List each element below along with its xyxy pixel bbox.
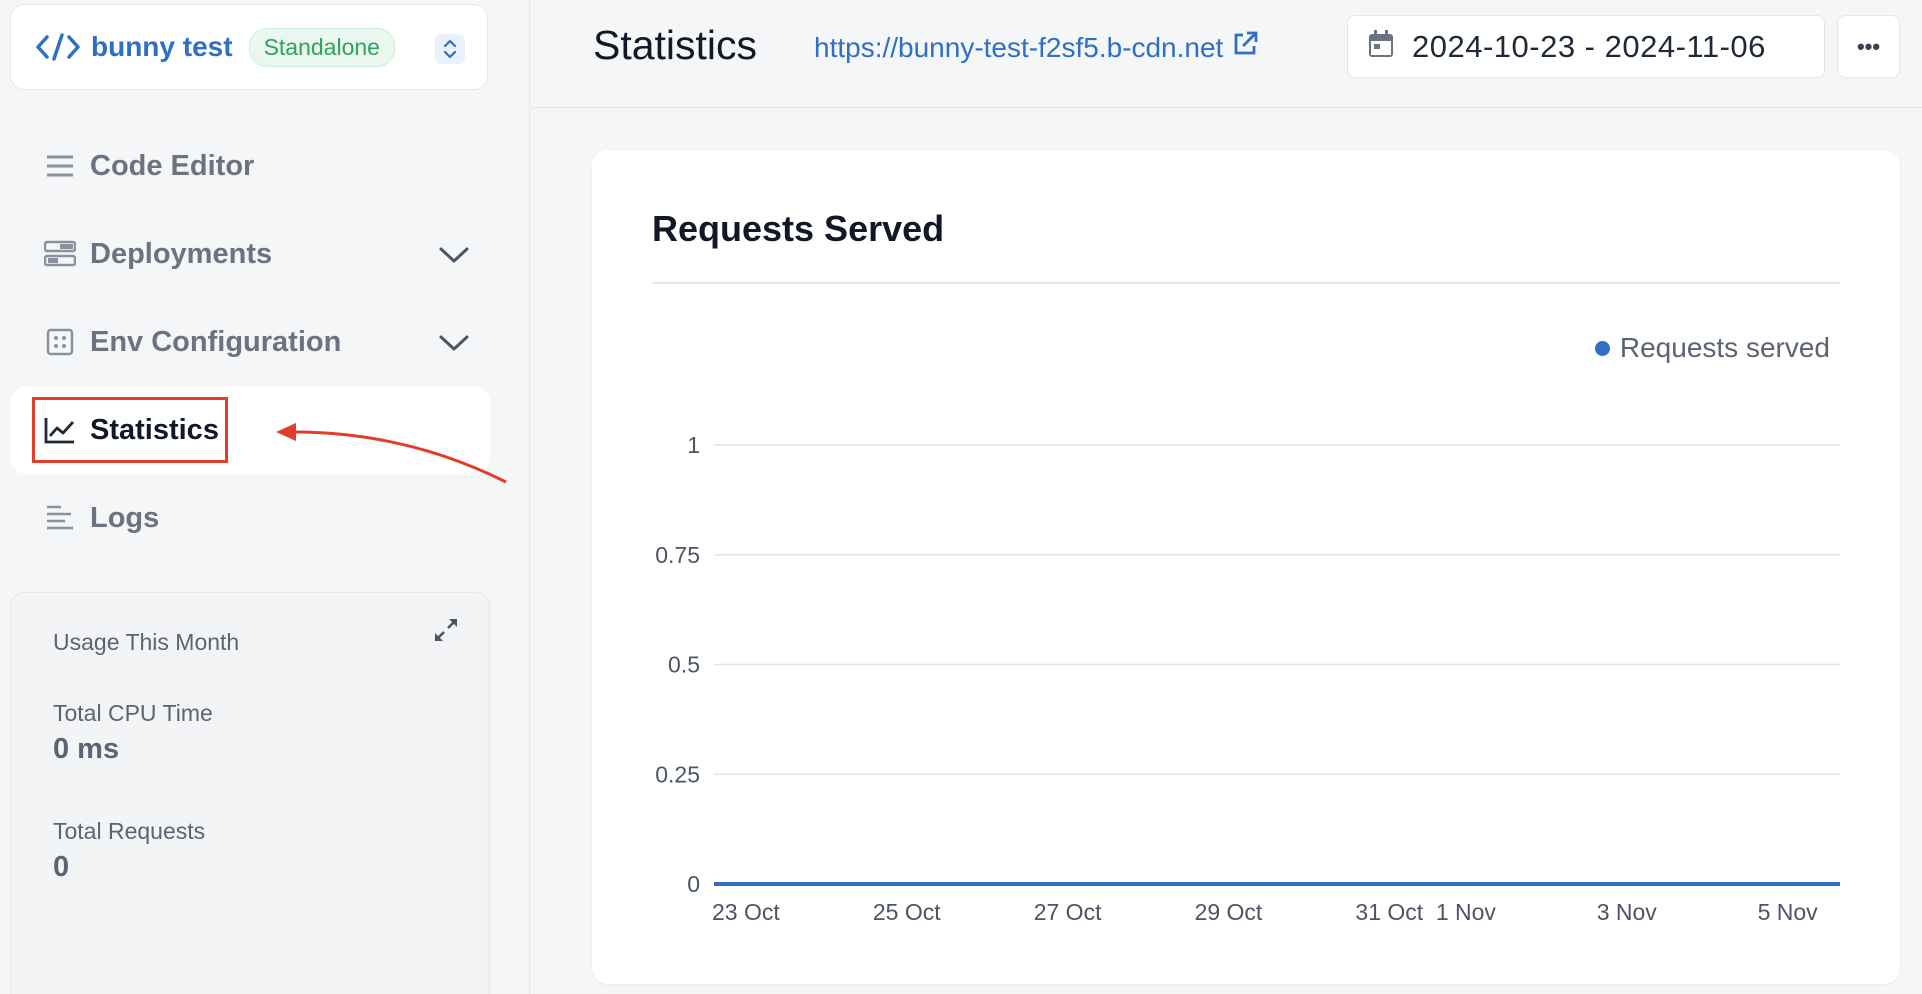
list-icon	[44, 150, 76, 182]
project-selector[interactable]: bunny test Standalone	[10, 4, 488, 90]
sidebar-item-logs[interactable]: Logs	[0, 474, 500, 562]
total-requests-value: 0	[53, 851, 70, 883]
y-tick-label: 0.75	[655, 542, 700, 568]
cdn-url-link[interactable]: https://bunny-test-f2sf5.b-cdn.net	[814, 30, 1259, 65]
switcher-icon[interactable]	[435, 34, 465, 64]
y-tick-label: 0.25	[655, 761, 700, 787]
y-tick-label: 0.5	[668, 652, 700, 678]
y-tick-label: 1	[687, 432, 700, 458]
sidebar-item-env-configuration[interactable]: Env Configuration	[0, 298, 500, 386]
y-tick-label: 0	[687, 871, 700, 897]
sidebar: bunny test Standalone Code Editor Deploy…	[0, 0, 530, 994]
annotation-arrow	[276, 423, 507, 484]
cdn-url-text: https://bunny-test-f2sf5.b-cdn.net	[814, 31, 1224, 63]
sidebar-item-label: Deployments	[90, 237, 273, 270]
code-icon	[35, 31, 81, 63]
chevron-down-icon[interactable]	[438, 240, 470, 273]
date-range-picker[interactable]: 2024-10-23 - 2024-11-06	[1347, 15, 1825, 78]
chart-line-icon	[44, 414, 76, 446]
page-title: Statistics	[593, 22, 758, 68]
x-tick-label: 23 Oct	[712, 899, 780, 925]
cpu-time-label: Total CPU Time	[53, 700, 213, 726]
sidebar-item-label: Code Editor	[90, 149, 255, 182]
sidebar-item-deployments[interactable]: Deployments	[0, 210, 500, 298]
usage-card: Usage This Month Total CPU Time 0 ms Tot…	[10, 592, 490, 994]
external-link-icon	[1231, 30, 1259, 65]
sidebar-item-label: Statistics	[90, 413, 219, 446]
sidebar-item-label: Env Configuration	[90, 325, 342, 358]
date-range-text: 2024-10-23 - 2024-11-06	[1412, 28, 1766, 64]
sidebar-item-label: Logs	[90, 501, 160, 534]
page-header: Statistics https://bunny-test-f2sf5.b-cd…	[531, 0, 1922, 108]
env-config-icon	[44, 326, 76, 358]
project-name: bunny test	[91, 31, 233, 62]
total-requests-label: Total Requests	[53, 818, 206, 844]
requests-chart: 0 0.25 0.5 0.75 1 23 Oct 25 Oct 27 Oct 29 Oct 31 …	[655, 432, 1840, 925]
usage-title: Usage This Month	[53, 629, 240, 655]
logs-icon	[44, 502, 76, 534]
more-options-button[interactable]: •••	[1837, 15, 1900, 78]
requests-chart-card: Requests Served Requests served 0 0.25 0.5…	[592, 150, 1900, 984]
x-tick-label: 3 Nov	[1597, 899, 1658, 925]
expand-icon[interactable]	[433, 617, 459, 648]
sidebar-nav: Code Editor Deployments Env Configuratio…	[0, 122, 500, 562]
chevron-down-icon[interactable]	[438, 328, 470, 361]
cpu-time-value: 0 ms	[53, 733, 120, 765]
x-tick-label: 27 Oct	[1034, 899, 1102, 925]
x-tick-label: 1 Nov	[1436, 899, 1497, 925]
sidebar-item-code-editor[interactable]: Code Editor	[0, 122, 500, 210]
standalone-badge: Standalone	[248, 27, 395, 67]
calendar-icon	[1368, 30, 1394, 63]
x-tick-label: 5 Nov	[1758, 899, 1819, 925]
x-tick-label: 29 Oct	[1195, 899, 1263, 925]
deployments-icon	[44, 238, 76, 270]
x-tick-label: 31 Oct	[1355, 899, 1423, 925]
x-tick-label: 25 Oct	[873, 899, 941, 925]
